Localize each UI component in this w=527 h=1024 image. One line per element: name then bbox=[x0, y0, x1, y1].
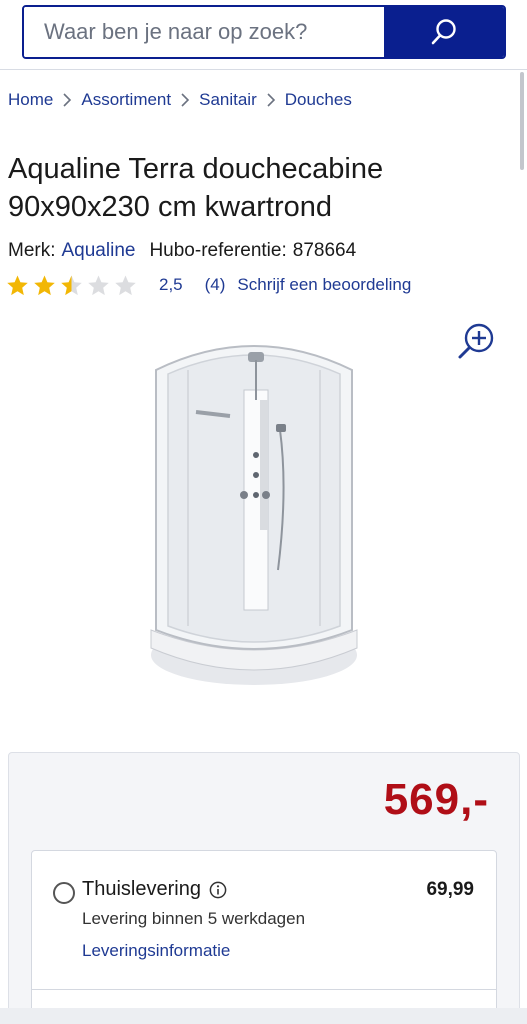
reference-label: Hubo-referentie: bbox=[149, 240, 287, 261]
delivery-option-price: 69,99 bbox=[426, 879, 474, 900]
product-image[interactable] bbox=[148, 330, 360, 690]
delivery-option[interactable]: Thuislevering bbox=[82, 878, 227, 901]
delivery-info-link[interactable]: Leveringsinformatie bbox=[82, 941, 230, 961]
product-price: 569,- bbox=[383, 775, 489, 824]
rating-value: 2,5 bbox=[159, 275, 183, 294]
divider bbox=[32, 989, 496, 990]
review-count-link[interactable]: (4) bbox=[205, 275, 226, 295]
chevron-right-icon bbox=[257, 93, 285, 107]
breadcrumb-douches[interactable]: Douches bbox=[285, 90, 352, 110]
breadcrumb-assortiment[interactable]: Assortiment bbox=[81, 90, 171, 110]
star-full-icon bbox=[7, 274, 28, 295]
product-title: Aqualine Terra douchecabine 90x90x230 cm… bbox=[8, 153, 384, 223]
rating-stars bbox=[6, 274, 137, 297]
delivery-radio-thuislevering[interactable] bbox=[53, 882, 75, 904]
breadcrumb-home[interactable]: Home bbox=[8, 90, 53, 110]
page-scrollbar[interactable] bbox=[520, 72, 524, 170]
bottom-bar bbox=[0, 1008, 527, 1024]
product-meta: Merk: Aqualine Hubo-referentie: 878664 bbox=[8, 240, 356, 262]
chevron-right-icon bbox=[171, 93, 199, 107]
search-button[interactable] bbox=[384, 7, 504, 57]
star-half-icon bbox=[61, 274, 82, 295]
breadcrumb: Home Assortiment Sanitair Douches bbox=[8, 90, 352, 110]
chevron-right-icon bbox=[53, 93, 81, 107]
write-review-link[interactable]: Schrijf een beoordeling bbox=[237, 275, 411, 295]
search-icon bbox=[431, 19, 456, 45]
product-rating: 2,5 (4) Schrijf een beoordeling bbox=[6, 271, 411, 299]
site-header bbox=[0, 0, 527, 70]
delivery-option-label: Thuislevering bbox=[82, 878, 201, 900]
search-bar bbox=[22, 5, 506, 59]
search-input[interactable] bbox=[24, 7, 384, 57]
info-icon[interactable] bbox=[209, 881, 227, 899]
price-card: 569,- Thuislevering 69,99 Levering binne… bbox=[8, 752, 520, 1024]
delivery-option-sub: Levering binnen 5 werkdagen bbox=[82, 909, 306, 928]
breadcrumb-sanitair[interactable]: Sanitair bbox=[199, 90, 257, 110]
delivery-options: Thuislevering 69,99 Levering binnen 5 we… bbox=[31, 850, 497, 1024]
zoom-in-button[interactable] bbox=[455, 320, 499, 364]
reference-number: 878664 bbox=[292, 240, 357, 261]
star-empty-icon bbox=[115, 274, 136, 295]
star-empty-icon bbox=[88, 274, 109, 295]
zoom-in-icon bbox=[458, 323, 494, 359]
brand-link[interactable]: Aqualine bbox=[62, 240, 136, 262]
brand-label: Merk: bbox=[8, 240, 56, 261]
star-full-icon bbox=[34, 274, 55, 295]
